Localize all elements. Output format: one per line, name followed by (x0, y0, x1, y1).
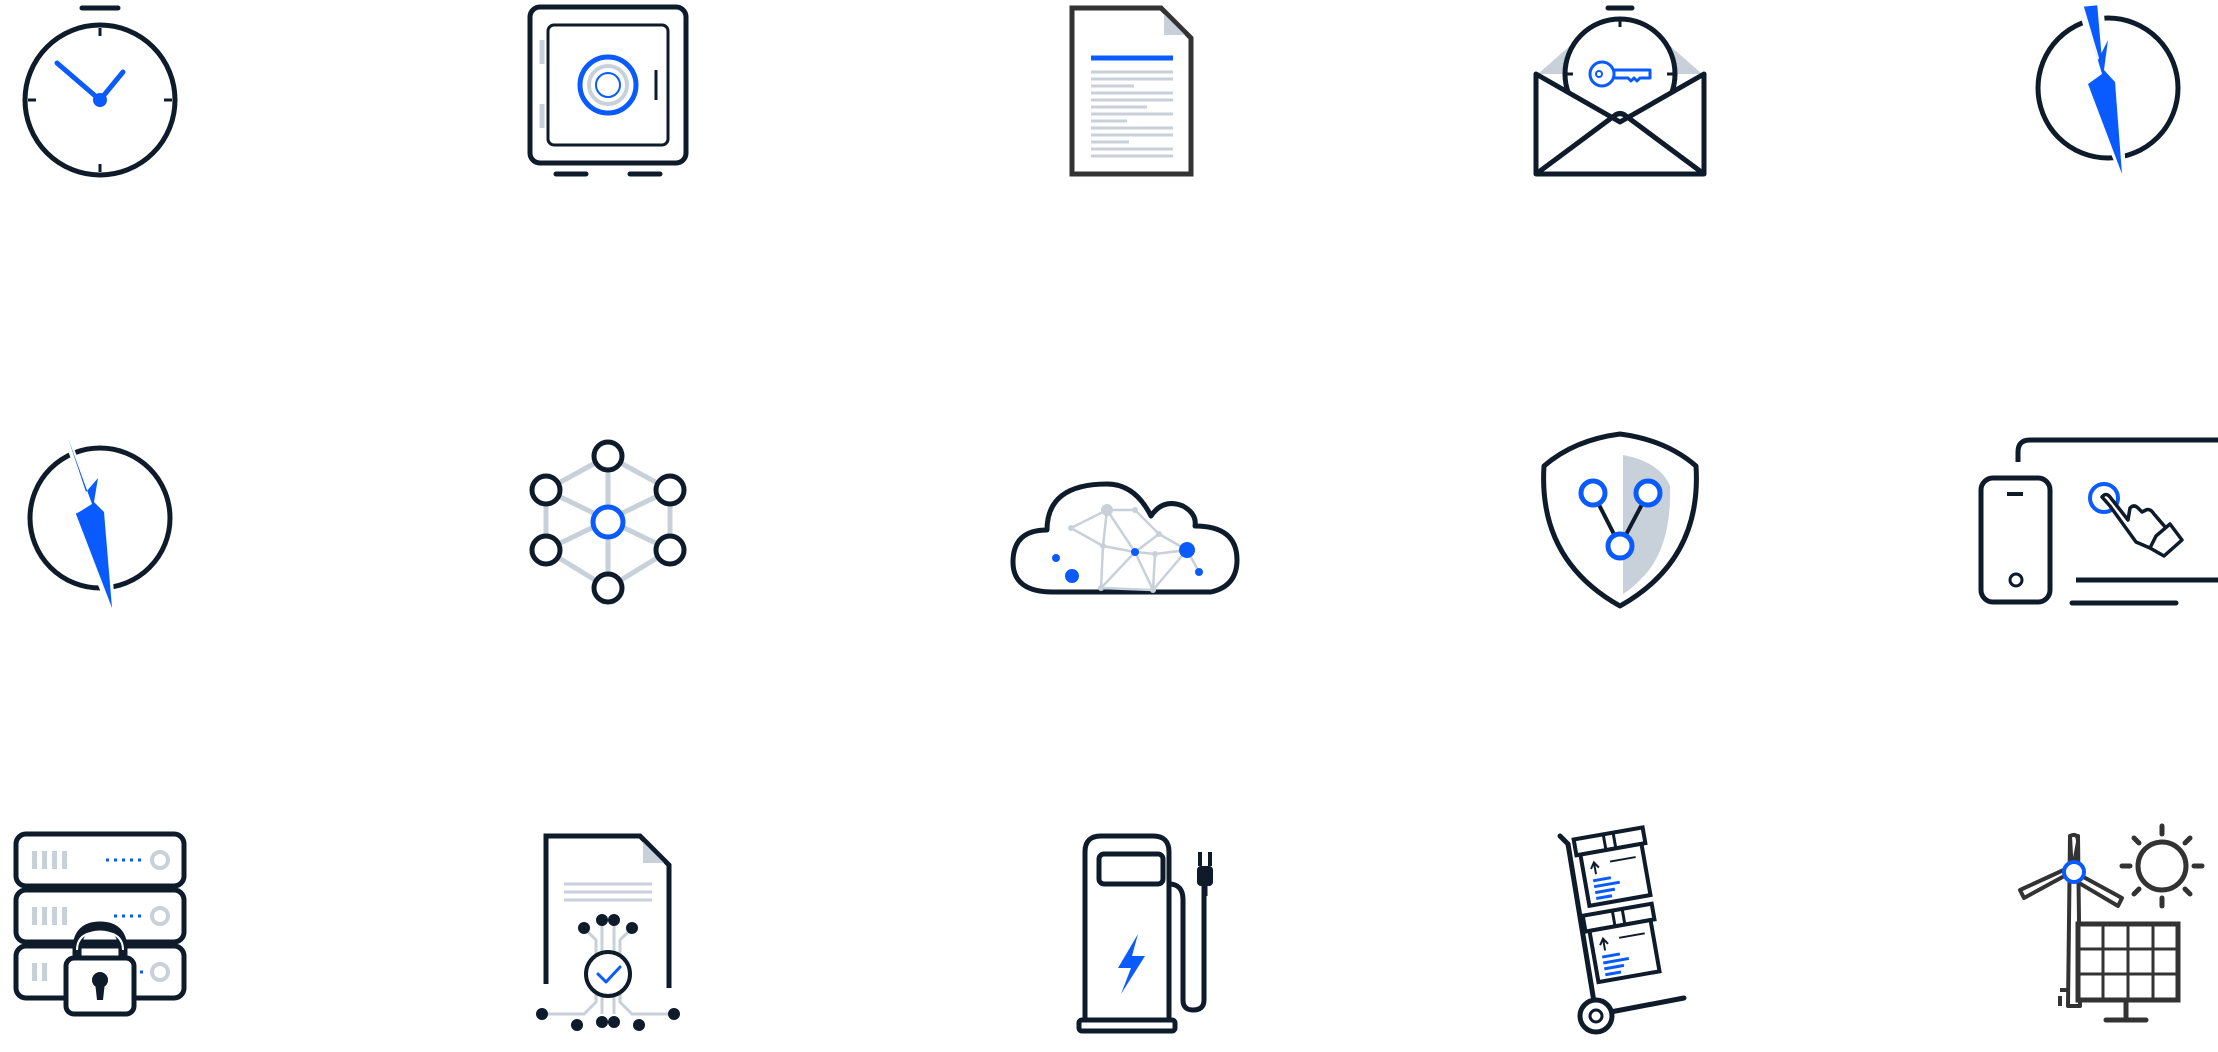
power-bolt-icon (1988, 0, 2218, 220)
renewable-energy-icon (1988, 812, 2218, 1052)
network-nodes-icon (488, 400, 728, 640)
hand-truck-boxes-icon (1500, 812, 1740, 1052)
verified-document-icon (488, 812, 728, 1052)
cloud-network-icon (1010, 400, 1251, 640)
ev-charging-station-icon (1011, 812, 1251, 1052)
secure-server-icon (0, 812, 220, 1052)
touch-devices-icon (1960, 400, 2218, 640)
stopwatch-icon (0, 0, 220, 220)
power-bolt-icon (0, 400, 220, 640)
safe-icon (488, 0, 728, 220)
document-icon (1011, 0, 1251, 220)
security-shield-icon (1500, 400, 1740, 640)
timed-email-key-icon (1500, 0, 1740, 220)
